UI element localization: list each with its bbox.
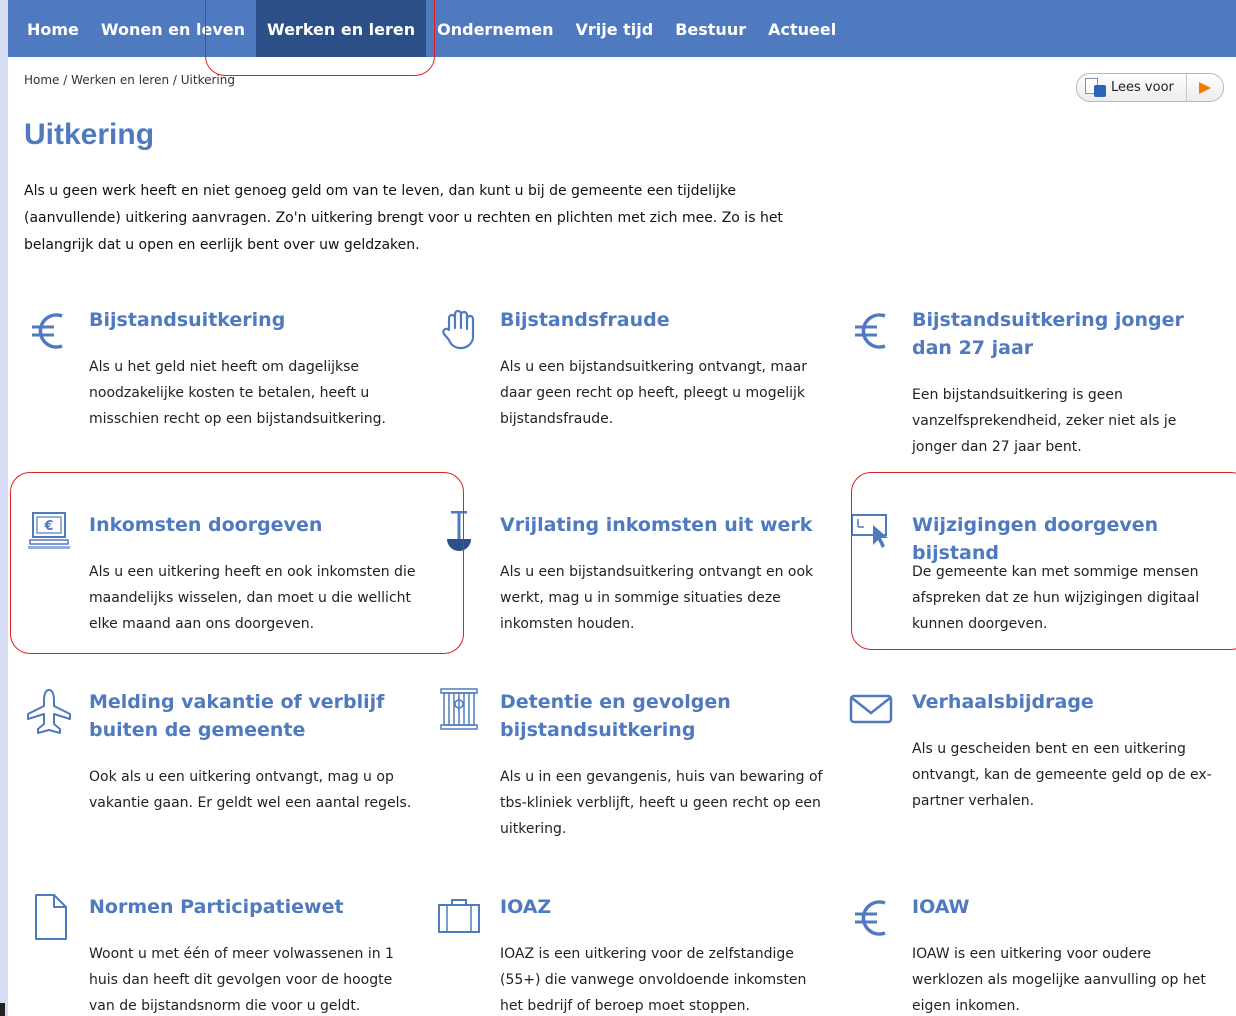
nav-bestuur[interactable]: Bestuur <box>664 0 757 57</box>
card-title[interactable]: Vrijlating inkomsten uit werk <box>500 511 820 539</box>
card-description: Als u een uitkering heeft en ook inkomst… <box>89 564 416 632</box>
card-title[interactable]: Detentie en gevolgen bijstandsuitkering <box>500 688 800 744</box>
intro-text: Als u geen werk heeft en niet genoeg gel… <box>24 183 783 253</box>
card-description: Als u een bijstandsuitkering ontvangt en… <box>500 564 814 632</box>
card-description: IOAZ is een uitkering voor de zelfstandi… <box>500 946 807 1014</box>
screen-cursor-icon <box>851 514 888 548</box>
card-description: Als u het geld niet heeft om dagelijkse … <box>89 359 386 427</box>
main-nav: Home Wonen en leven Werken en leren Onde… <box>8 0 1236 57</box>
prison-icon <box>440 688 478 730</box>
computer-euro-icon: € <box>28 512 70 549</box>
speaker-icon <box>1083 77 1109 99</box>
svg-text:€: € <box>43 519 53 534</box>
card-description: De gemeente kan met sommige mensen afspr… <box>912 564 1200 632</box>
nav-actueel[interactable]: Actueel <box>757 0 847 57</box>
nav-vrije-tijd[interactable]: Vrije tijd <box>564 0 664 57</box>
euro-icon <box>855 313 886 349</box>
nav-home[interactable]: Home <box>16 0 90 57</box>
euro-icon <box>855 900 886 936</box>
card-title[interactable]: Bijstandsfraude <box>500 306 820 334</box>
briefcase-icon <box>438 899 480 933</box>
card-title[interactable]: Verhaalsbijdrage <box>912 688 1232 716</box>
scale-icon <box>447 511 471 551</box>
card-title[interactable]: IOAZ <box>500 893 820 921</box>
nav-ondernemen[interactable]: Ondernemen <box>426 0 564 57</box>
card-title[interactable]: Bijstandsuitkering jonger dan 27 jaar <box>912 306 1212 362</box>
card-title[interactable]: Inkomsten doorgeven <box>89 511 409 539</box>
scrollbar-thumb[interactable] <box>0 1003 5 1016</box>
card-title[interactable]: Bijstandsuitkering <box>89 306 409 334</box>
read-aloud-button[interactable]: Lees voor <box>1076 73 1224 102</box>
envelope-icon <box>849 694 893 724</box>
card-description: Woont u met één of meer volwassenen in 1… <box>89 946 394 1014</box>
nav-wonen-en-leven[interactable]: Wonen en leven <box>90 0 256 57</box>
euro-icon <box>32 313 63 349</box>
card-title[interactable]: IOAW <box>912 893 1232 921</box>
hand-icon <box>442 309 475 350</box>
card-title[interactable]: Normen Participatiewet <box>89 893 409 921</box>
page: Home Wonen en leven Werken en leren Onde… <box>8 0 1236 1016</box>
play-icon[interactable] <box>1199 82 1211 94</box>
card-description: Als u een bijstandsuitkering ontvangt, m… <box>500 359 807 427</box>
card-description: IOAW is een uitkering voor oudere werklo… <box>912 946 1206 1014</box>
nav-werken-en-leren[interactable]: Werken en leren <box>256 0 427 57</box>
document-icon <box>35 894 67 940</box>
card-title[interactable]: Melding vakantie of verblijf buiten de g… <box>89 688 389 744</box>
card-description: Een bijstandsuitkering is geen vanzelfsp… <box>912 387 1177 455</box>
card-description: Als u in een gevangenis, huis van bewari… <box>500 769 823 837</box>
card-description: Ook als u een uitkering ontvangt, mag u … <box>89 769 412 811</box>
page-title: Uitkering <box>24 118 155 151</box>
read-aloud-label: Lees voor <box>1111 80 1174 95</box>
airplane-icon <box>27 689 71 734</box>
card-description: Als u gescheiden bent en een uitkering o… <box>912 741 1212 809</box>
breadcrumb[interactable]: Home / Werken en leren / Uitkering <box>24 73 235 87</box>
